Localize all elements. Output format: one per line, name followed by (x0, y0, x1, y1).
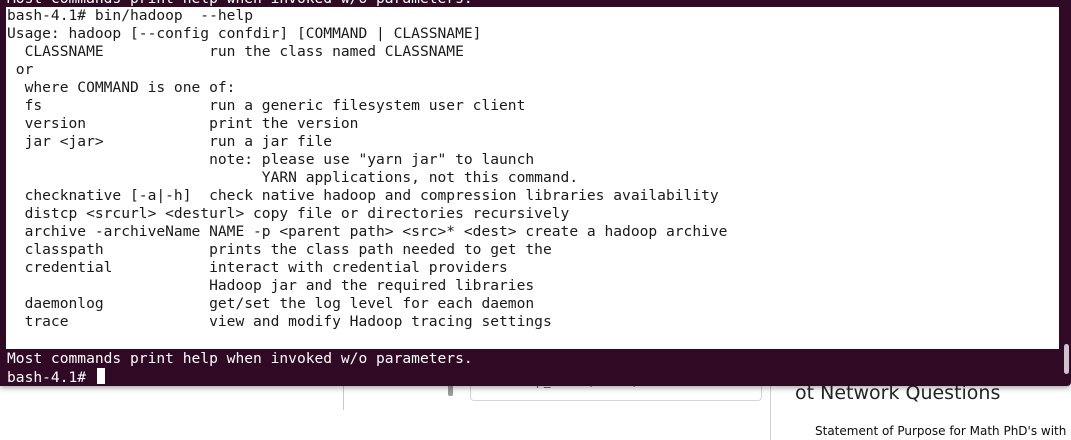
help-line: trace view and modify Hadoop tracing set… (7, 313, 552, 330)
help-line: or (7, 61, 34, 78)
help-line: Usage: hadoop [--config confdir] [COMMAN… (7, 25, 482, 42)
column-divider (770, 386, 771, 440)
help-line: CLASSNAME run the class named CLASSNAME (7, 43, 464, 60)
help-line: version print the version (7, 115, 359, 132)
help-line: jar <jar> run a jar file (7, 133, 333, 150)
help-line: fs run a generic filesystem user client (7, 97, 526, 114)
help-line: Hadoop jar and the required libraries (7, 277, 535, 294)
help-line: checknative [-a|-h] check native hadoop … (7, 187, 719, 204)
terminal-footer-line: Most commands print help when invoked w/… (7, 350, 473, 367)
help-line: bash-4.1# bin/hadoop --help (7, 7, 254, 24)
help-line: where COMMAND is one of: (7, 79, 236, 96)
terminal-selected-output[interactable]: bash-4.1# bin/hadoop --help Usage: hadoop… (6, 7, 1059, 349)
help-output-lines: bash-4.1# bin/hadoop --help Usage: hadoop… (6, 7, 1059, 331)
terminal-tail: Most commands print help when invoked w/… (7, 350, 473, 386)
cursor-icon (96, 368, 105, 384)
help-line: classpath prints the class path needed t… (7, 241, 552, 258)
terminal-prompt-line[interactable]: bash-4.1# (7, 368, 473, 386)
terminal-window[interactable]: Most commands print help when invoked w/… (0, 0, 1071, 386)
help-line: YARN applications, not this command. (7, 169, 579, 186)
network-question-link[interactable]: Statement of Purpose for Math PhD's with… (815, 424, 1071, 438)
help-line: credential interact with credential prov… (7, 259, 508, 276)
help-line: note: please use "yarn jar" to launch (7, 151, 535, 168)
help-line: daemonlog get/set the log level for each… (7, 295, 535, 312)
terminal-scrollbar[interactable] (1064, 344, 1069, 374)
help-line: archive -archiveName NAME -p <parent pat… (7, 223, 728, 240)
help-line: distcp <srcurl> <desturl> copy file or d… (7, 205, 570, 222)
terminal-prompt: bash-4.1# (7, 369, 95, 386)
